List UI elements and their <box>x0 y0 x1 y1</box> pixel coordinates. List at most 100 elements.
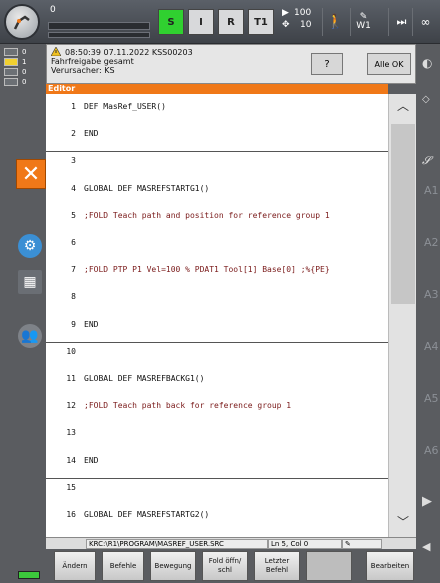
drives-button[interactable]: I <box>188 9 214 35</box>
user-group-icon[interactable]: 👥 <box>18 324 42 348</box>
code-line[interactable]: 15 <box>46 483 388 510</box>
editor-status-line: KRC:\R1\PROGRAM\MASREF_USER.SRC Ln 5, Co… <box>46 537 416 549</box>
progress-bar <box>48 22 150 30</box>
workspace-button[interactable]: ✎ W1 <box>350 8 376 36</box>
line-number: 14 <box>66 455 76 465</box>
close-editor-button[interactable]: ✕ <box>16 159 46 189</box>
jog-icon: ✥ <box>282 20 290 30</box>
code-line[interactable]: 10 <box>46 347 388 374</box>
help-button[interactable]: ? <box>311 53 343 75</box>
code-line[interactable]: 6 <box>46 238 388 265</box>
axis-a5[interactable]: A5 <box>424 392 439 405</box>
code-text: END <box>84 129 99 139</box>
code-line[interactable]: 3 <box>46 156 388 183</box>
code-text: GLOBAL DEF MASREFSTARTG2() <box>84 510 210 519</box>
code-line[interactable]: 4 GLOBAL DEF MASREFSTARTG1() <box>46 184 388 211</box>
code-line[interactable]: 12 ;FOLD Teach path back for reference gr… <box>46 401 388 428</box>
commands-softkey[interactable]: Befehle <box>102 551 144 581</box>
coordinate-system-icon[interactable]: 𝓢 <box>422 154 431 168</box>
ack-all-button[interactable]: Alle OK <box>367 53 411 75</box>
line-number: 2 <box>71 129 76 139</box>
fold-toggle-softkey[interactable]: Fold öffn/ schl <box>202 551 248 581</box>
code-text: GLOBAL DEF MASREFSTARTG1() <box>84 183 210 193</box>
change-softkey[interactable]: Ändern <box>54 551 96 581</box>
function-separator <box>46 341 388 343</box>
line-number: 13 <box>66 428 76 438</box>
file-path: KRC:\R1\PROGRAM\MASREF_USER.SRC <box>86 539 268 549</box>
message-led-wait <box>4 78 18 86</box>
message-text: Fahrfreigabe gesamt <box>51 57 134 66</box>
axis-a2[interactable]: A2 <box>424 236 439 249</box>
status-bar: 0 S I R T1 ▶ 100 ✥ 10 🚶 ✎ W1 ⏭ ∞ <box>0 0 440 44</box>
line-number: 16 <box>66 510 76 519</box>
submit-interpreter-button[interactable]: S <box>158 9 184 35</box>
message-timestamp: 08:50:39 07.11.2022 KSS00203 <box>65 48 193 57</box>
operating-mode-button[interactable]: T1 <box>248 9 274 35</box>
message-window: 08:50:39 07.11.2022 KSS00203 Fahrfreigab… <box>46 44 416 84</box>
function-separator <box>46 477 388 479</box>
code-text: DEF MasRef_USER() <box>84 102 166 111</box>
grid-icon[interactable]: ▦ <box>18 270 42 294</box>
axis-a6[interactable]: A6 <box>424 444 439 457</box>
message-led-status <box>4 58 18 66</box>
spacemouse-icon[interactable]: ◇ <box>422 94 430 105</box>
line-number: 1 <box>71 102 76 111</box>
start-backward-icon[interactable]: ◀ <box>422 540 430 553</box>
line-number: 12 <box>66 401 76 411</box>
axis-a3[interactable]: A3 <box>424 288 439 301</box>
line-number: 8 <box>71 292 76 302</box>
last-command-softkey[interactable]: Letzter Befehl <box>254 551 300 581</box>
progress-bar-secondary <box>48 32 150 38</box>
fold-line: ;FOLD Teach path and position for refere… <box>84 210 330 220</box>
message-count-status: 1 <box>22 58 27 66</box>
start-play-icon[interactable]: ▶ <box>422 494 432 509</box>
warning-icon <box>51 47 61 56</box>
edit-mode-indicator: ✎ <box>342 539 382 549</box>
chevron-down-icon[interactable]: ﹀ <box>389 510 417 532</box>
code-line[interactable]: 8 <box>46 292 388 319</box>
line-number: 10 <box>66 346 76 356</box>
code-editor[interactable]: 1 DEF MasRef_USER() 2 END 3 4 GLOBAL DEF MASRE… <box>46 94 388 560</box>
code-line[interactable]: 1 DEF MasRef_USER() <box>46 102 388 129</box>
axis-a4[interactable]: A4 <box>424 340 439 353</box>
line-number: 7 <box>71 265 76 275</box>
message-source: Verursacher: KS <box>51 66 115 75</box>
program-number: 0 <box>50 5 56 15</box>
line-number: 5 <box>71 210 76 220</box>
scroll-thumb[interactable] <box>391 124 415 304</box>
line-number: 6 <box>71 238 76 247</box>
function-separator <box>46 151 388 153</box>
chevron-up-icon[interactable]: ︿ <box>389 94 417 116</box>
edit-softkey[interactable]: Bearbeiten <box>366 551 414 581</box>
play-icon: ▶ <box>282 8 289 18</box>
jog-keys-icon[interactable]: ◐ <box>422 56 432 70</box>
robot-interpreter-button[interactable]: R <box>218 9 244 35</box>
line-number: 9 <box>71 319 76 329</box>
code-line[interactable]: 5 ;FOLD Teach path and position for refer… <box>46 211 388 238</box>
line-number: 11 <box>66 374 76 383</box>
message-count-wait: 0 <box>22 78 27 86</box>
line-number: 3 <box>71 156 76 166</box>
editor-scrollbar[interactable]: ︿ ﹀ <box>388 94 416 560</box>
code-text: END <box>84 319 99 329</box>
incremental-icon[interactable]: ⏭ <box>388 8 414 36</box>
code-line[interactable]: 7 ;FOLD PTP P1 Vel=100 % PDAT1 Tool[1] Ba… <box>46 265 388 292</box>
override-jog: 10 <box>300 20 312 30</box>
override-display[interactable]: ▶ 100 ✥ 10 <box>280 6 320 38</box>
left-sidebar: 0 1 0 0 ✕ ⚙ ▦ 👥 <box>0 44 46 583</box>
fold-line: ;FOLD Teach path back for reference grou… <box>84 401 292 411</box>
empty-softkey[interactable] <box>306 551 352 581</box>
robot-figure-icon[interactable]: 🚶 <box>322 8 348 36</box>
motion-softkey[interactable]: Bewegung <box>150 551 196 581</box>
code-text: END <box>84 455 99 465</box>
message-count-hint: 0 <box>22 68 27 76</box>
kuka-logo-button[interactable] <box>4 4 40 40</box>
code-line[interactable]: 11 GLOBAL DEF MASREFBACKG1() <box>46 374 388 401</box>
code-line[interactable]: 16 GLOBAL DEF MASREFSTARTG2() <box>46 510 388 537</box>
editor-title: Editor <box>46 84 388 94</box>
gear-icon[interactable]: ⚙ <box>18 234 42 258</box>
code-line[interactable]: 13 <box>46 428 388 455</box>
message-led-ack <box>4 48 18 56</box>
infinity-icon[interactable]: ∞ <box>412 8 438 36</box>
axis-a1[interactable]: A1 <box>424 184 439 197</box>
